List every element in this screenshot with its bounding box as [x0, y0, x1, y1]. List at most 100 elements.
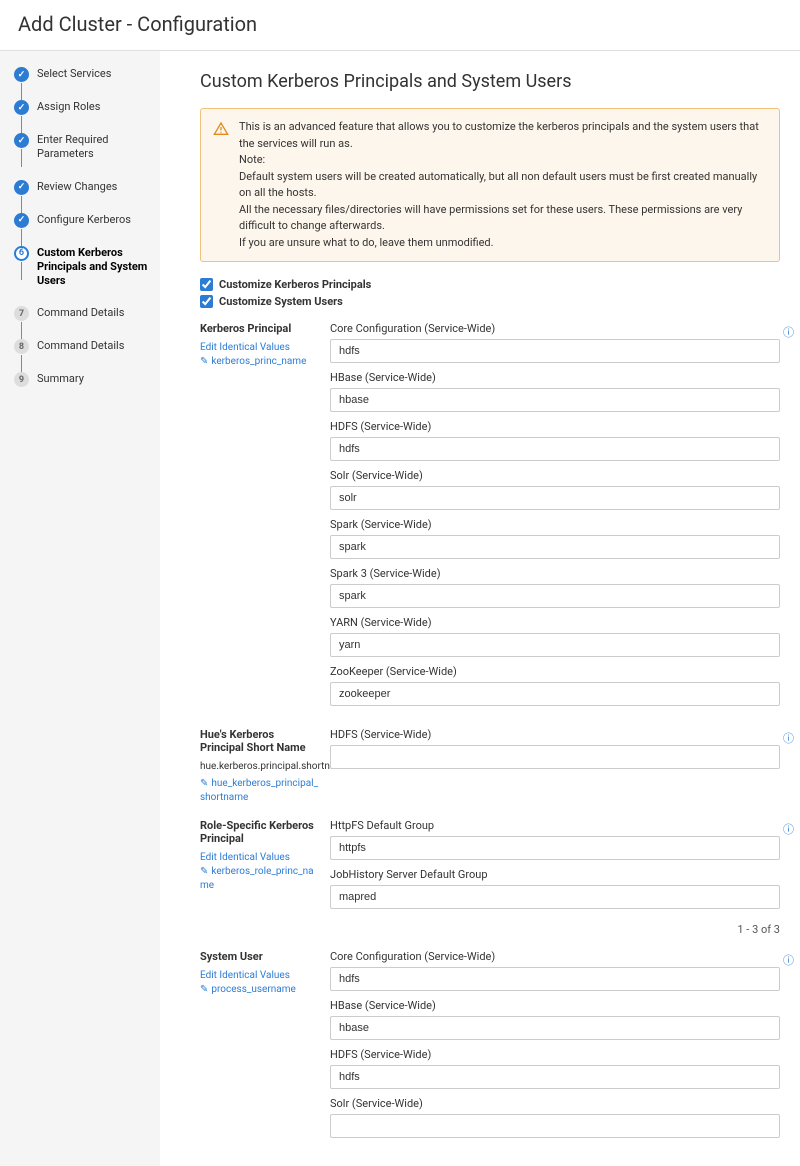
config-field-group: ZooKeeper (Service-Wide) — [330, 665, 780, 706]
pager-text: 1 - 3 of 3 — [200, 923, 780, 936]
config-field-group: Core Configuration (Service-Wide) — [330, 322, 780, 363]
edit-identical-values-link[interactable]: Edit Identical Values — [200, 341, 320, 355]
customize-principals-checkbox[interactable] — [200, 278, 213, 291]
page-header: Add Cluster - Configuration — [0, 0, 800, 51]
config-field-label: Core Configuration (Service-Wide) — [330, 950, 780, 963]
config-field-label: HDFS (Service-Wide) — [330, 728, 780, 741]
config-field-input[interactable] — [330, 339, 780, 363]
check-icon — [14, 213, 29, 228]
config-field-group: HDFS (Service-Wide) — [330, 420, 780, 461]
config-field-input[interactable] — [330, 967, 780, 991]
config-field-group: Solr (Service-Wide) — [330, 1097, 780, 1138]
config-field-group: Solr (Service-Wide) — [330, 469, 780, 510]
alert-text: This is an advanced feature that allows … — [239, 119, 767, 251]
wizard-step-6[interactable]: 7 Command Details — [14, 306, 152, 321]
wizard-step-label: Summary — [37, 372, 84, 386]
config-field-label: YARN (Service-Wide) — [330, 616, 780, 629]
edit-icon: ✎ — [200, 356, 208, 367]
config-property-title: Role-Specific Kerberos Principal — [200, 819, 320, 845]
wizard-step-8[interactable]: 9Summary — [14, 372, 152, 387]
edit-identical-values-link[interactable]: Edit Identical Values — [200, 851, 320, 865]
wizard-step-1[interactable]: Assign Roles — [14, 100, 152, 115]
wizard-step-2[interactable]: Enter Required Parameters — [14, 133, 152, 162]
info-icon[interactable]: ⓘ — [783, 821, 794, 837]
wizard-step-5[interactable]: 6 Custom Kerberos Principals and System U… — [14, 246, 152, 289]
wizard-step-3[interactable]: Review Changes — [14, 180, 152, 195]
config-field-input[interactable] — [330, 745, 780, 769]
edit-icon: ✎ — [200, 984, 208, 995]
config-field-group: HBase (Service-Wide) — [330, 999, 780, 1040]
config-field-group: Spark 3 (Service-Wide) — [330, 567, 780, 608]
config-field-label: JobHistory Server Default Group — [330, 868, 780, 881]
config-field-label: HBase (Service-Wide) — [330, 999, 780, 1012]
wizard-step-label: Command Details — [37, 339, 124, 353]
wizard-step-4[interactable]: Configure Kerberos — [14, 213, 152, 228]
check-icon — [14, 100, 29, 115]
config-property-title: System User — [200, 950, 320, 963]
wizard-step-0[interactable]: Select Services — [14, 67, 152, 82]
config-field-label: ZooKeeper (Service-Wide) — [330, 665, 780, 678]
customize-principals-row[interactable]: Customize Kerberos Principals — [200, 278, 780, 291]
info-icon[interactable]: ⓘ — [783, 324, 794, 340]
config-field-group: Spark (Service-Wide) — [330, 518, 780, 559]
config-field-label: HDFS (Service-Wide) — [330, 420, 780, 433]
property-key-link[interactable]: ✎hue_kerberos_principal_shortname — [200, 777, 320, 805]
config-field-input[interactable] — [330, 1016, 780, 1040]
config-field-label: HttpFS Default Group — [330, 819, 780, 832]
customize-users-row[interactable]: Customize System Users — [200, 295, 780, 308]
wizard-step-label: Command Details — [37, 306, 124, 320]
step-number-icon: 7 — [14, 306, 29, 321]
warning-alert: This is an advanced feature that allows … — [200, 108, 780, 262]
config-field-input[interactable] — [330, 633, 780, 657]
config-field-input[interactable] — [330, 1065, 780, 1089]
section-title: Custom Kerberos Principals and System Us… — [200, 71, 780, 92]
edit-identical-values-link[interactable]: Edit Identical Values — [200, 969, 320, 983]
wizard-step-label: Configure Kerberos — [37, 213, 131, 227]
customize-principals-label: Customize Kerberos Principals — [219, 278, 371, 291]
config-field-group: Core Configuration (Service-Wide) — [330, 950, 780, 991]
config-section: System User Edit Identical Values✎process… — [200, 950, 780, 1146]
config-field-input[interactable] — [330, 437, 780, 461]
wizard-step-label: Review Changes — [37, 180, 117, 194]
property-key-link[interactable]: ✎process_username — [200, 983, 320, 997]
info-icon[interactable]: ⓘ — [783, 952, 794, 968]
config-section: Role-Specific Kerberos Principal Edit Ide… — [200, 819, 780, 917]
config-field-label: HDFS (Service-Wide) — [330, 1048, 780, 1061]
wizard-step-label: Custom Kerberos Principals and System Us… — [37, 246, 152, 289]
config-property-title: Hue's Kerberos Principal Short Name — [200, 728, 320, 754]
customize-users-checkbox[interactable] — [200, 295, 213, 308]
config-field-input[interactable] — [330, 388, 780, 412]
edit-icon: ✎ — [200, 778, 208, 789]
property-key-link[interactable]: ✎kerberos_princ_name — [200, 355, 320, 369]
config-field-input[interactable] — [330, 836, 780, 860]
page-title: Add Cluster - Configuration — [18, 12, 782, 36]
config-field-input[interactable] — [330, 584, 780, 608]
config-section: Hue's Kerberos Principal Short Name hue.k… — [200, 728, 780, 805]
config-field-group: HttpFS Default Group — [330, 819, 780, 860]
property-key-link[interactable]: ✎kerberos_role_princ_name — [200, 865, 320, 893]
config-field-input[interactable] — [330, 486, 780, 510]
step-number-icon: 8 — [14, 339, 29, 354]
wizard-step-label: Assign Roles — [37, 100, 100, 114]
config-field-input[interactable] — [330, 885, 780, 909]
config-section: Kerberos Principal Edit Identical Values✎… — [200, 322, 780, 714]
check-icon — [14, 180, 29, 195]
config-field-group: JobHistory Server Default Group — [330, 868, 780, 909]
config-field-label: Spark (Service-Wide) — [330, 518, 780, 531]
config-field-label: Core Configuration (Service-Wide) — [330, 322, 780, 335]
info-icon[interactable]: ⓘ — [783, 730, 794, 746]
main-content: Custom Kerberos Principals and System Us… — [160, 51, 800, 1166]
config-field-input[interactable] — [330, 1114, 780, 1138]
step-number-icon: 6 — [14, 246, 29, 261]
warning-icon — [213, 121, 229, 137]
wizard-step-7[interactable]: 8 Command Details — [14, 339, 152, 354]
edit-icon: ✎ — [200, 866, 208, 877]
config-property-subtitle: hue.kerberos.principal.shortname — [200, 760, 320, 773]
config-property-title: Kerberos Principal — [200, 322, 320, 335]
config-field-input[interactable] — [330, 682, 780, 706]
config-field-group: HDFS (Service-Wide) — [330, 728, 780, 769]
config-field-label: Spark 3 (Service-Wide) — [330, 567, 780, 580]
wizard-step-label: Select Services — [37, 67, 111, 81]
config-field-group: YARN (Service-Wide) — [330, 616, 780, 657]
config-field-input[interactable] — [330, 535, 780, 559]
